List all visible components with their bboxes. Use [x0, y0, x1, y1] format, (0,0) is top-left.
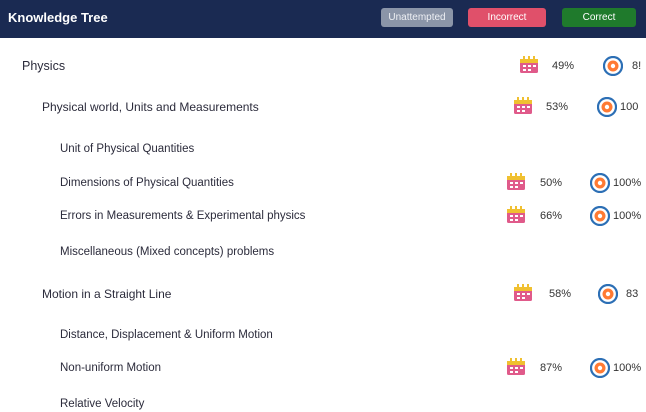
attempted-percent: 66% — [540, 210, 563, 222]
calendar-icon — [514, 97, 532, 114]
target-icon — [598, 284, 618, 304]
target-icon — [590, 173, 610, 193]
tree-row-non-uniform-motion[interactable]: Non-uniform Motion 87% 100% — [0, 352, 646, 384]
tree-row-label: Motion in a Straight Line — [42, 287, 172, 301]
target-icon — [590, 358, 610, 378]
tree-row-dimensions[interactable]: Dimensions of Physical Quantities 50% 10… — [0, 167, 646, 199]
calendar-icon — [507, 358, 525, 375]
tree-row-physics[interactable]: Physics 49% 8! — [0, 50, 646, 82]
attempted-percent: 58% — [549, 288, 572, 300]
tree-row-errors-in-measurements[interactable]: Errors in Measurements & Experimental ph… — [0, 200, 646, 232]
attempted-percent: 50% — [540, 177, 563, 189]
page-title: Knowledge Tree — [8, 10, 108, 25]
accuracy-percent: 8! — [632, 60, 642, 72]
knowledge-tree-header: Knowledge Tree Unattempted Incorrect Cor… — [0, 0, 646, 38]
accuracy-percent: 100% — [613, 177, 642, 189]
legend-unattempted: Unattempted — [381, 8, 453, 27]
target-icon — [590, 206, 610, 226]
legend-incorrect: Incorrect — [468, 8, 546, 27]
tree-row-distance-displacement[interactable]: Distance, Displacement & Uniform Motion — [0, 319, 646, 351]
calendar-icon — [507, 206, 525, 223]
calendar-icon — [520, 56, 538, 73]
tree-row-label: Relative Velocity — [60, 398, 145, 410]
calendar-icon — [514, 284, 532, 301]
tree-row-relative-velocity[interactable]: Relative Velocity — [0, 388, 646, 412]
target-icon — [603, 56, 623, 76]
tree-row-label: Dimensions of Physical Quantities — [60, 177, 234, 189]
tree-row-unit-of-physical-quantities[interactable]: Unit of Physical Quantities — [0, 133, 646, 165]
tree-row-label: Physics — [22, 59, 66, 73]
tree-row-label: Miscellaneous (Mixed concepts) problems — [60, 246, 275, 258]
accuracy-percent: 100% — [613, 210, 642, 222]
attempted-percent: 53% — [546, 101, 569, 113]
tree-row-physical-world[interactable]: Physical world, Units and Measurements 5… — [0, 91, 646, 123]
accuracy-percent: 100 — [620, 101, 639, 113]
tree-row-label: Unit of Physical Quantities — [60, 143, 195, 155]
attempted-percent: 87% — [540, 362, 563, 374]
legend-correct: Correct — [562, 8, 636, 27]
accuracy-percent: 100% — [613, 362, 642, 374]
tree-row-label: Distance, Displacement & Uniform Motion — [60, 329, 273, 341]
target-icon — [597, 97, 617, 117]
calendar-icon — [507, 173, 525, 190]
tree-row-motion-straight-line[interactable]: Motion in a Straight Line 58% 83 — [0, 278, 646, 310]
attempted-percent: 49% — [552, 60, 575, 72]
tree-row-miscellaneous[interactable]: Miscellaneous (Mixed concepts) problems — [0, 236, 646, 268]
tree-row-label: Physical world, Units and Measurements — [42, 100, 259, 114]
accuracy-percent: 83 — [626, 288, 639, 300]
tree-row-label: Errors in Measurements & Experimental ph… — [60, 210, 306, 222]
tree-row-label: Non-uniform Motion — [60, 362, 161, 374]
